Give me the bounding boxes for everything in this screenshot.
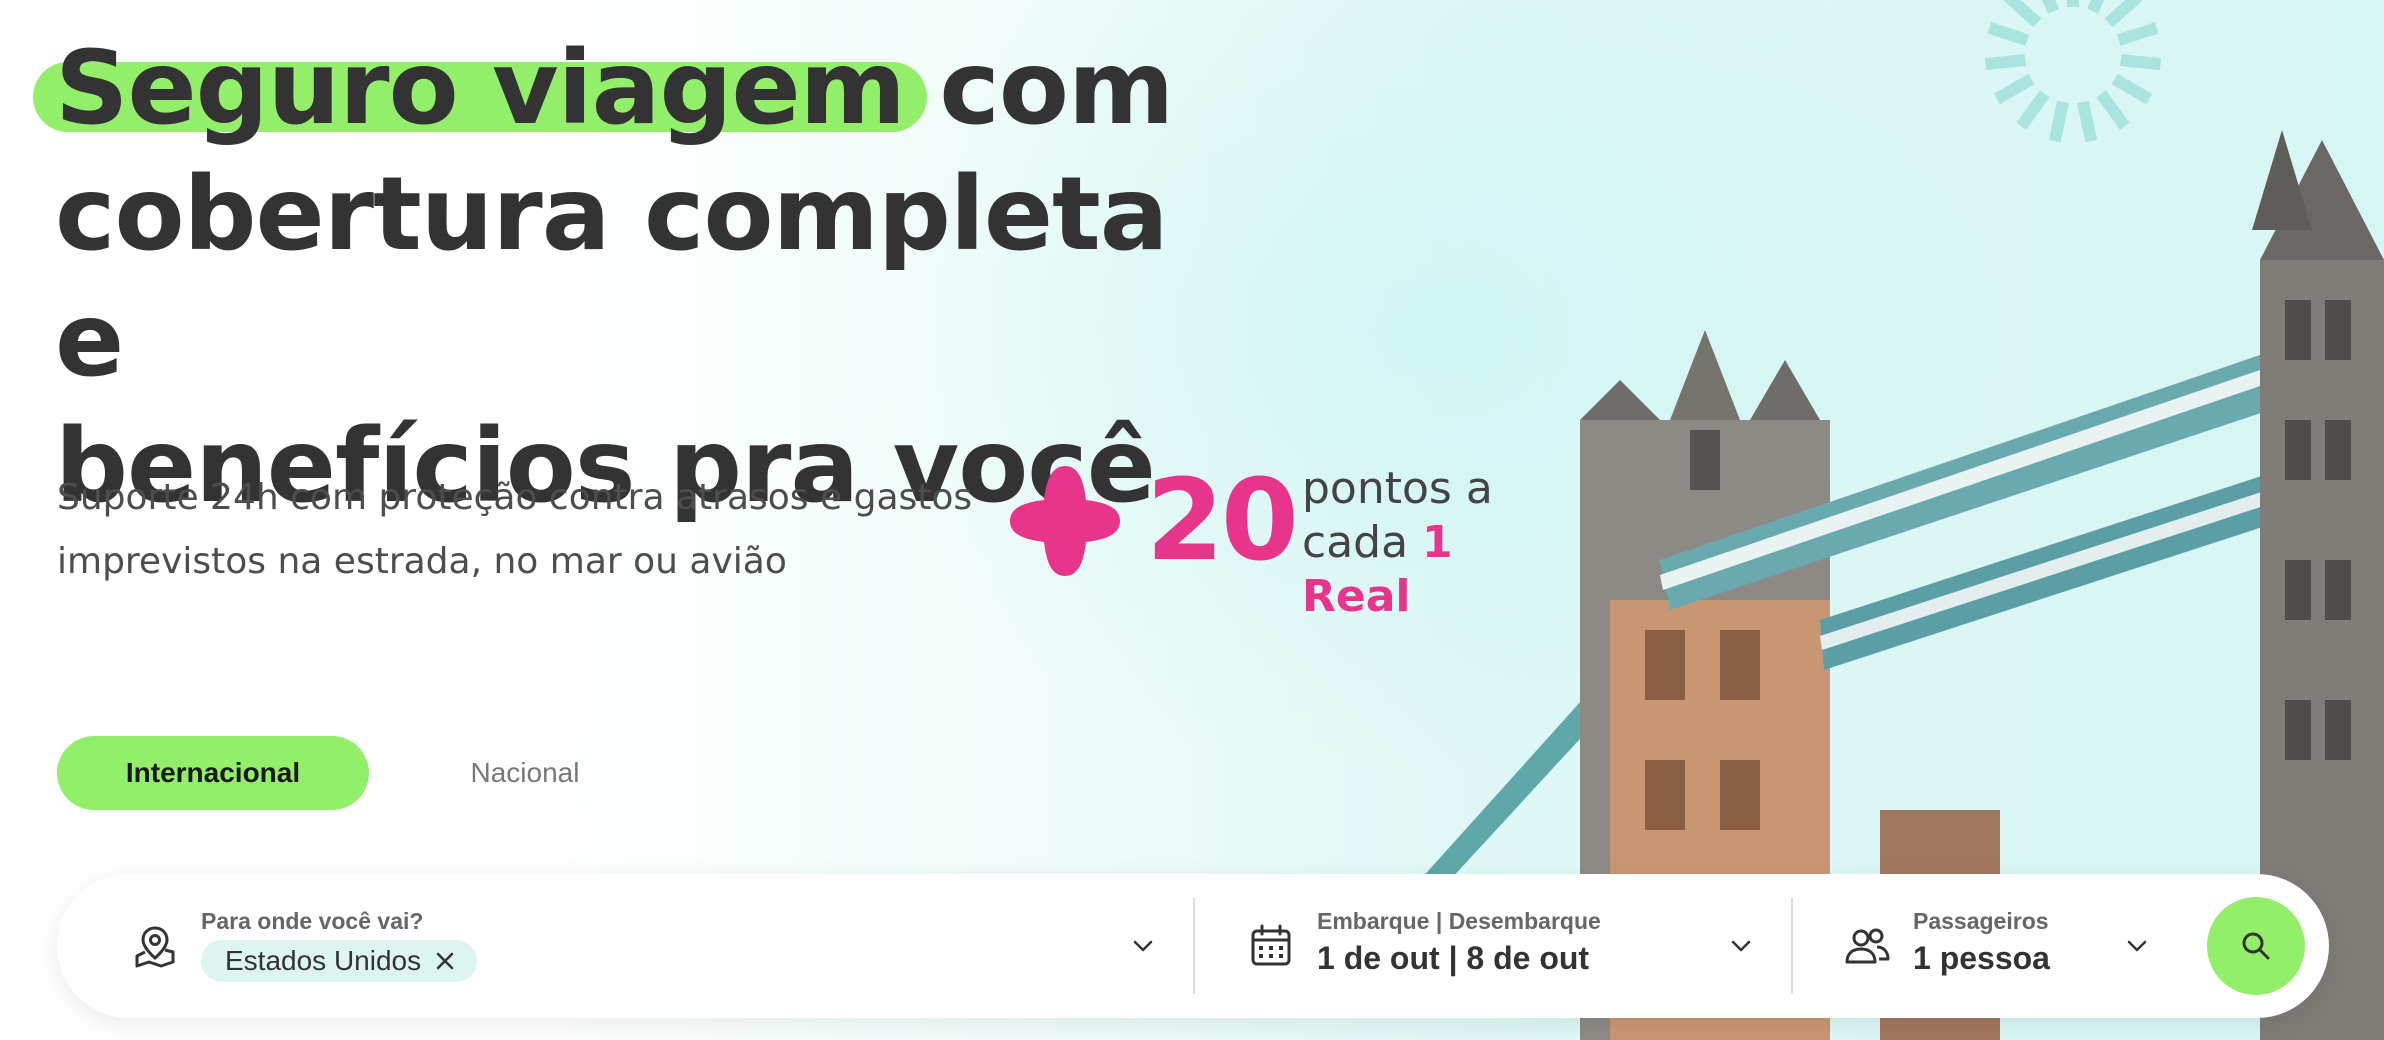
passengers-value: 1 pessoa — [1913, 940, 2050, 976]
dates-value: 1 de out | 8 de out — [1317, 940, 1590, 976]
destination-field[interactable]: Para onde você vai? Estados Unidos — [57, 874, 1193, 1018]
hero-headline: Seguro viagem com cobertura completa e b… — [33, 26, 1215, 530]
search-bar: Para onde você vai? Estados Unidos Embar… — [57, 874, 2329, 1018]
tab-internacional[interactable]: Internacional — [57, 736, 369, 810]
chevron-down-icon[interactable] — [1129, 932, 1157, 960]
hero-subtitle: Suporte 24h com proteção contra atrasos … — [57, 466, 1017, 594]
dates-field[interactable]: Embarque | Desembarque 1 de out | 8 de o… — [1195, 874, 1791, 1018]
trip-type-tabs: Internacional Nacional — [57, 736, 679, 810]
passengers-field[interactable]: Passageiros 1 pessoa — [1793, 874, 2193, 1018]
tab-nacional[interactable]: Nacional — [369, 736, 681, 810]
destination-label: Para onde você vai? — [201, 908, 424, 934]
sunburst-decoration-icon — [1984, 0, 2162, 143]
subtitle-line2: imprevistos na estrada, no mar ou avião — [57, 541, 787, 582]
headline-line1-rest: com — [904, 29, 1174, 148]
points-promo: 20 pontos a cada 1 Real — [1006, 456, 1566, 622]
points-line1: pontos a — [1302, 463, 1493, 514]
points-value: 20 — [1146, 456, 1299, 586]
search-icon — [2242, 932, 2270, 960]
headline-line2: cobertura completa e — [55, 155, 1169, 400]
points-description: pontos a cada 1 Real — [1302, 462, 1562, 624]
destination-chip[interactable]: Estados Unidos — [201, 940, 478, 982]
passengers-label: Passageiros — [1913, 908, 2049, 934]
dates-label: Embarque | Desembarque — [1317, 908, 1601, 934]
headline-highlight: Seguro viagem — [33, 26, 927, 152]
chevron-down-icon[interactable] — [1727, 932, 1755, 960]
map-pin-icon — [135, 926, 175, 968]
calendar-icon — [1251, 924, 1291, 966]
chevron-down-icon[interactable] — [2123, 932, 2151, 960]
plus-shape-icon — [1010, 466, 1120, 576]
destination-chip-label: Estados Unidos — [225, 945, 422, 976]
search-button[interactable] — [2207, 897, 2305, 995]
subtitle-line1: Suporte 24h com proteção contra atrasos … — [57, 477, 973, 518]
close-icon[interactable] — [435, 951, 455, 971]
points-line2-prefix: cada — [1302, 517, 1423, 568]
users-icon — [1845, 928, 1890, 964]
